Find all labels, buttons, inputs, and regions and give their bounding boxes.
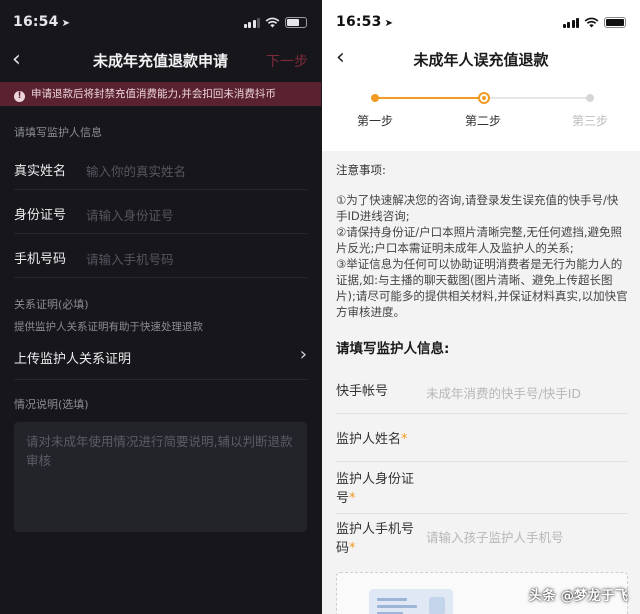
status-time: 16:54 ➤	[13, 14, 70, 30]
guardian-phone-input[interactable]: 请输入孩子监护人手机号	[426, 527, 564, 546]
status-time-text: 16:53	[336, 14, 382, 30]
chevron-right-icon: ›	[299, 344, 307, 365]
status-icons	[243, 17, 307, 28]
guardian-name-label: 监护人姓名*	[336, 430, 408, 449]
top-nav-bar: ‹ 未成年充值退款申请 下一步	[0, 44, 321, 76]
kuaishou-account-row[interactable]: 快手帐号 未成年消费的快手号/快手ID	[336, 370, 628, 414]
relation-proof-hint: 提供监护人关系证明有助于快速处理退款	[14, 321, 203, 333]
guardian-section-title: 请填写监护人信息:	[336, 341, 450, 357]
relation-proof-title: 关系证明(必填)	[14, 298, 89, 311]
battery-icon	[285, 17, 307, 28]
id-number-row[interactable]: 身份证号 请输入身份证号	[14, 194, 307, 234]
guardian-name-label-text: 监护人姓名	[336, 432, 402, 447]
phone-number-label: 手机号码	[14, 252, 67, 267]
upload-relation-proof-label: 上传监护人关系证明	[14, 352, 132, 367]
battery-icon	[604, 17, 626, 28]
location-arrow-icon: ➤	[61, 18, 71, 29]
location-arrow-icon: ➤	[384, 18, 394, 29]
step-1-dot	[371, 94, 379, 102]
notes-title: 注意事项:	[336, 163, 386, 177]
kuaishou-account-label-text: 快手帐号	[336, 384, 389, 399]
status-time-text: 16:54	[13, 14, 59, 30]
real-name-label: 真实姓名	[14, 164, 67, 179]
signal-icon	[243, 17, 260, 28]
note-item: ②请保持身份证/户口本照片清晰完整,无任何遮挡,避免照片反光;户口本需证明未成年…	[336, 225, 622, 255]
left-phone-screen: 16:54 ➤ ‹ 未成年充值退款申请 下一步 ! 申请退款后将封禁充值消费能力,并…	[0, 0, 321, 614]
step-2-label: 第二步	[464, 114, 501, 128]
phone-number-row[interactable]: 手机号码 请输入手机号码	[14, 238, 307, 278]
watermark: 头条 @梦龙于飞	[528, 588, 628, 604]
status-icons	[562, 17, 626, 28]
step-line-pending	[490, 97, 588, 99]
step-1-label: 第一步	[356, 114, 393, 128]
step-progress: 第一步 第二步 第三步	[322, 90, 640, 140]
status-time: 16:53 ➤	[336, 14, 393, 30]
situation-textarea[interactable]: 请对未成年使用情况进行简要说明,辅以判断退款审核	[14, 422, 307, 532]
exclamation-icon: !	[14, 91, 25, 102]
step-3-dot	[586, 94, 594, 102]
status-bar: 16:54 ➤	[0, 14, 321, 34]
phone-number-input[interactable]: 请输入手机号码	[86, 249, 174, 268]
guardian-id-label-text: 监护人身份证号	[336, 472, 415, 506]
guardian-phone-label: 监护人手机号码*	[336, 520, 416, 558]
step-line-done	[377, 97, 484, 99]
status-bar: 16:53 ➤	[322, 14, 640, 34]
top-nav-bar: ‹ 未成年人误充值退款	[322, 44, 640, 76]
required-mark: *	[349, 491, 356, 506]
guardian-id-label: 监护人身份证号*	[336, 470, 416, 508]
kuaishou-account-label: 快手帐号	[336, 382, 388, 401]
id-card-illustration	[369, 589, 453, 614]
kuaishou-account-input[interactable]: 未成年消费的快手号/快手ID	[426, 383, 581, 402]
guardian-name-row[interactable]: 监护人姓名*	[336, 418, 628, 462]
right-phone-screen: 16:53 ➤ ‹ 未成年人误充值退款 第一步 第二步 第三步 注意事项: ①为…	[322, 0, 640, 614]
real-name-row[interactable]: 真实姓名 输入你的真实姓名	[14, 150, 307, 190]
step-2-dot	[478, 92, 490, 104]
real-name-input[interactable]: 输入你的真实姓名	[86, 161, 186, 180]
next-step-button[interactable]: 下一步	[266, 51, 308, 71]
wifi-icon	[265, 17, 280, 28]
guardian-phone-label-text: 监护人手机号码	[336, 522, 415, 556]
warning-banner: ! 申请退款后将封禁充值消费能力,并会扣回未消费抖币	[0, 82, 321, 106]
guardian-phone-row[interactable]: 监护人手机号码* 请输入孩子监护人手机号	[336, 518, 628, 564]
step-3-label: 第三步	[571, 114, 608, 128]
signal-icon	[562, 17, 579, 28]
situation-section-title: 情况说明(选填)	[14, 398, 89, 411]
guardian-id-row[interactable]: 监护人身份证号*	[336, 466, 628, 514]
upload-relation-proof-row[interactable]: 上传监护人关系证明 ›	[14, 340, 307, 380]
note-item: ①为了快速解决您的咨询,请登录发生误充值的快手号/快手ID进线咨询;	[336, 193, 619, 223]
page-title: 未成年人误充值退款	[413, 51, 549, 69]
screenshot-root: 16:54 ➤ ‹ 未成年充值退款申请 下一步 ! 申请退款后将封禁充值消费能力,并…	[0, 0, 640, 614]
notes-block: 注意事项: ①为了快速解决您的咨询,请登录发生误充值的快手号/快手ID进线咨询;…	[336, 162, 628, 320]
wifi-icon	[584, 17, 599, 28]
id-number-input[interactable]: 请输入身份证号	[86, 205, 174, 224]
note-item: ③举证信息为任何可以协助证明消费者是无行为能力人的证据,如:与主播的聊天截图(图…	[336, 257, 628, 319]
id-number-label: 身份证号	[14, 208, 67, 223]
guardian-section-title: 请填写监护人信息	[14, 126, 102, 139]
required-mark: *	[401, 432, 408, 447]
warning-banner-text: 申请退款后将封禁充值消费能力,并会扣回未消费抖币	[31, 88, 276, 100]
required-mark: *	[349, 541, 356, 556]
